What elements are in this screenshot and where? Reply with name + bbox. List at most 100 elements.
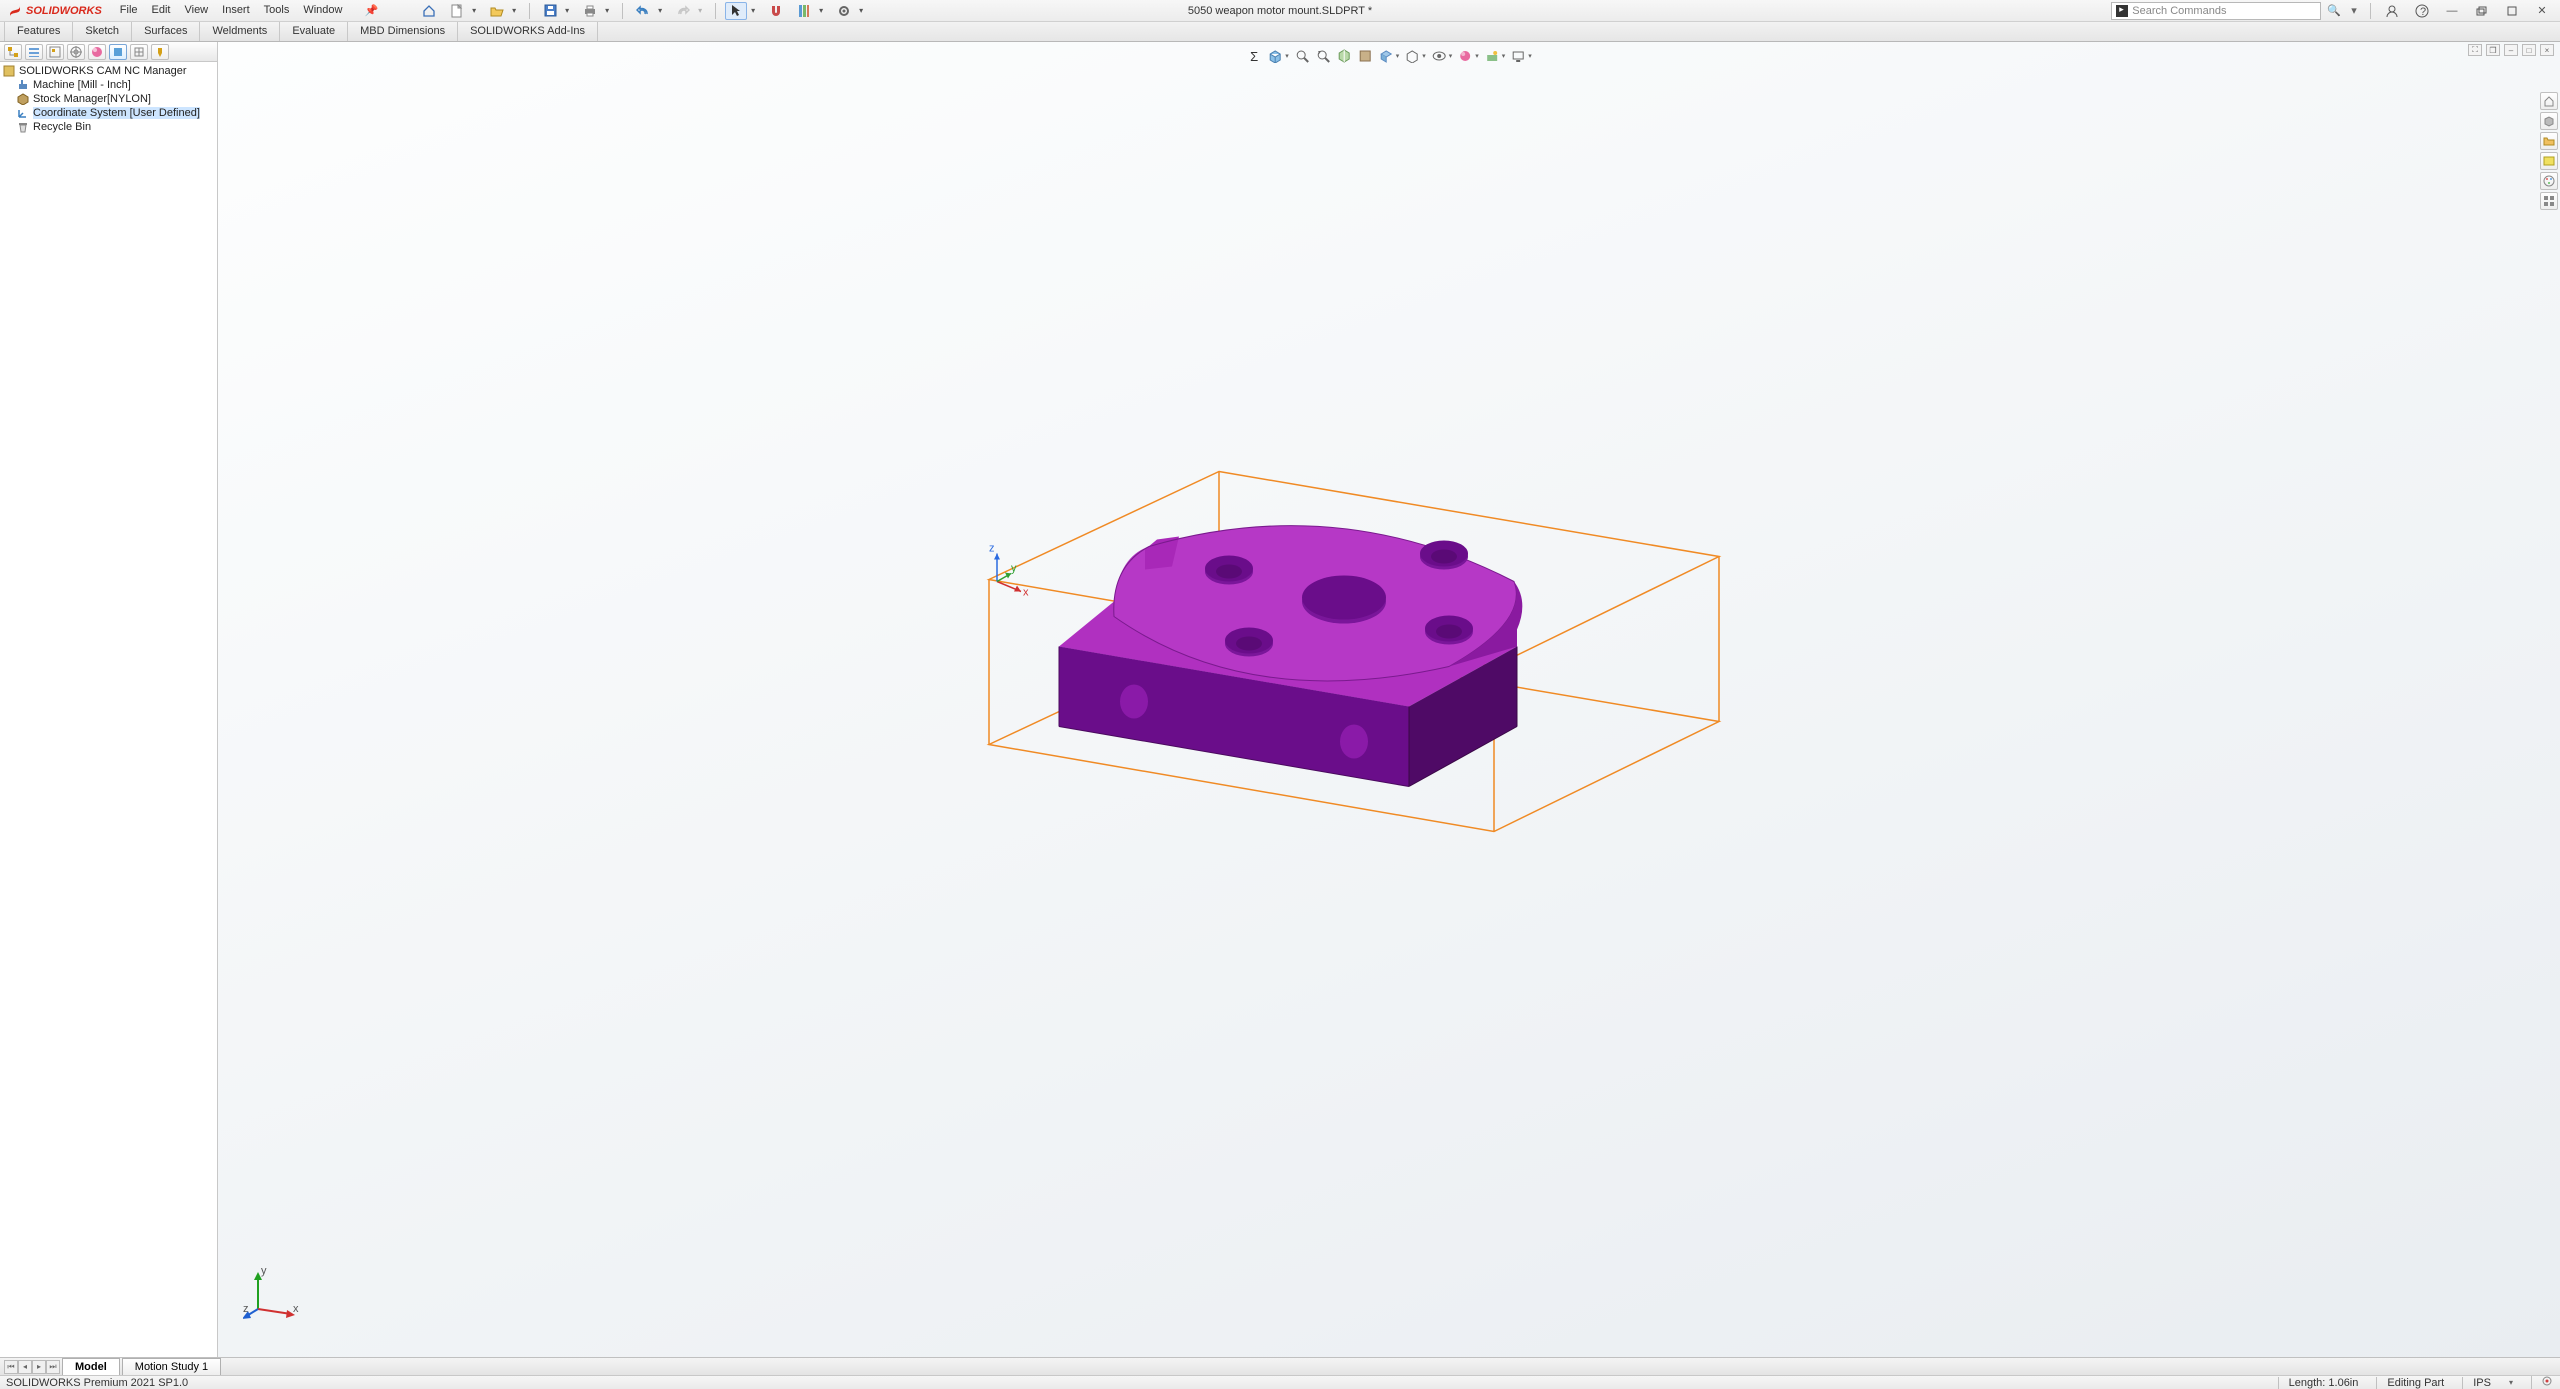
save-button[interactable] xyxy=(539,2,561,20)
svg-text:z: z xyxy=(243,1303,249,1315)
property-manager-tab[interactable] xyxy=(25,44,43,60)
hud-display-dd[interactable]: ▾ xyxy=(1422,52,1426,60)
taskpane-resources[interactable] xyxy=(2540,112,2558,130)
select-button[interactable] xyxy=(725,2,747,20)
select-dropdown[interactable]: ▾ xyxy=(751,6,759,15)
hud-orient-dd[interactable]: ▾ xyxy=(1396,52,1400,60)
tab-features[interactable]: Features xyxy=(4,22,73,41)
status-units-dd[interactable]: ▾ xyxy=(2509,1378,2513,1387)
tab-model[interactable]: Model xyxy=(62,1358,120,1375)
minimize-button[interactable]: — xyxy=(2440,2,2464,20)
hud-dynamic[interactable] xyxy=(1357,48,1373,64)
search-mag-icon[interactable]: 🔍 xyxy=(2327,4,2341,17)
tab-prev[interactable]: ◂ xyxy=(18,1360,32,1374)
feature-manager-tab[interactable] xyxy=(4,44,22,60)
menu-insert[interactable]: Insert xyxy=(222,4,250,17)
hud-view-orient[interactable] xyxy=(1378,48,1394,64)
hud-section[interactable] xyxy=(1336,48,1352,64)
hud-zoom-dd[interactable]: ▾ xyxy=(1285,52,1289,60)
magnet-button[interactable] xyxy=(765,2,787,20)
tab-next[interactable]: ▸ xyxy=(32,1360,46,1374)
tab-surfaces[interactable]: Surfaces xyxy=(132,22,200,41)
menu-tools[interactable]: Tools xyxy=(264,4,290,17)
hud-appear-dd[interactable]: ▾ xyxy=(1475,52,1479,60)
tree-root[interactable]: SOLIDWORKS CAM NC Manager xyxy=(2,64,215,78)
dimxpert-tab[interactable] xyxy=(67,44,85,60)
menu-view[interactable]: View xyxy=(184,4,208,17)
tree-item-recycle[interactable]: Recycle Bin xyxy=(2,120,215,134)
menu-window[interactable]: Window xyxy=(303,4,342,17)
status-macro-icon[interactable] xyxy=(2531,1376,2554,1389)
print-dropdown[interactable]: ▾ xyxy=(605,6,613,15)
task-pane xyxy=(2540,92,2558,210)
undo-dropdown[interactable]: ▾ xyxy=(658,6,666,15)
hud-zoom-area[interactable] xyxy=(1294,48,1310,64)
rebuild-dropdown[interactable]: ▾ xyxy=(819,6,827,15)
redo-dropdown[interactable]: ▾ xyxy=(698,6,706,15)
help-button[interactable]: ? xyxy=(2410,2,2434,20)
options-button[interactable] xyxy=(833,2,855,20)
taskpane-design-lib[interactable] xyxy=(2540,132,2558,150)
tab-last[interactable]: ⏭ xyxy=(46,1360,60,1374)
search-input[interactable]: ▸ Search Commands xyxy=(2111,2,2321,20)
restore-button[interactable] xyxy=(2470,2,2494,20)
display-manager-tab[interactable] xyxy=(88,44,106,60)
close-button[interactable]: ✕ xyxy=(2530,2,2554,20)
taskpane-home[interactable] xyxy=(2540,92,2558,110)
svg-text:x: x xyxy=(293,1303,299,1315)
hud-render-dd[interactable]: ▾ xyxy=(1528,52,1532,60)
pin-icon[interactable]: 📌 xyxy=(364,4,378,17)
tab-first[interactable]: ⏮ xyxy=(4,1360,18,1374)
taskpane-appearances[interactable] xyxy=(2540,192,2558,210)
tree-item-machine[interactable]: Machine [Mill - Inch] xyxy=(2,78,215,92)
status-units[interactable]: IPS xyxy=(2462,1377,2491,1389)
cam-tools-tab[interactable] xyxy=(151,44,169,60)
hud-hide-show[interactable] xyxy=(1431,48,1447,64)
hud-zoom-fit[interactable] xyxy=(1267,48,1283,64)
new-dropdown[interactable]: ▾ xyxy=(472,6,480,15)
tree-item-stock[interactable]: Stock Manager[NYLON] xyxy=(2,92,215,106)
taskpane-view-palette[interactable] xyxy=(2540,172,2558,190)
view-orientation-triad[interactable]: y x z xyxy=(243,1264,303,1327)
tree-item-csys[interactable]: Coordinate System [User Defined] xyxy=(2,106,215,120)
rebuild-button[interactable] xyxy=(793,2,815,20)
hud-render[interactable] xyxy=(1510,48,1526,64)
menu-file[interactable]: File xyxy=(120,4,138,17)
doc-minimize-button[interactable]: – xyxy=(2504,44,2518,56)
config-manager-tab[interactable] xyxy=(46,44,64,60)
hud-scene[interactable] xyxy=(1484,48,1500,64)
cam-ops-tab[interactable] xyxy=(130,44,148,60)
graphics-viewport[interactable]: Σ ▾ ▾ ▾ ▾ ▾ ▾ ▾ ⛶ ❐ – □ × xyxy=(218,42,2560,1357)
hud-display-style[interactable] xyxy=(1404,48,1420,64)
menu-edit[interactable]: Edit xyxy=(152,4,171,17)
doc-maximize-button[interactable]: □ xyxy=(2522,44,2536,56)
hud-hide-dd[interactable]: ▾ xyxy=(1449,52,1453,60)
doc-close-button[interactable]: × xyxy=(2540,44,2554,56)
undo-button[interactable] xyxy=(632,2,654,20)
print-button[interactable] xyxy=(579,2,601,20)
tab-sketch[interactable]: Sketch xyxy=(73,22,132,41)
maximize-button[interactable] xyxy=(2500,2,2524,20)
hud-appearance[interactable] xyxy=(1457,48,1473,64)
taskpane-file-explorer[interactable] xyxy=(2540,152,2558,170)
options-dropdown[interactable]: ▾ xyxy=(859,6,867,15)
new-button[interactable] xyxy=(446,2,468,20)
search-dropdown[interactable]: ▾ xyxy=(2347,4,2361,17)
tab-mbd[interactable]: MBD Dimensions xyxy=(348,22,458,41)
tab-motion-study[interactable]: Motion Study 1 xyxy=(122,1358,221,1375)
hud-scene-dd[interactable]: ▾ xyxy=(1502,52,1506,60)
tab-weldments[interactable]: Weldments xyxy=(200,22,280,41)
doc-expand-button[interactable]: ⛶ xyxy=(2468,44,2482,56)
open-dropdown[interactable]: ▾ xyxy=(512,6,520,15)
redo-button[interactable] xyxy=(672,2,694,20)
user-button[interactable] xyxy=(2380,2,2404,20)
hud-prev-view[interactable] xyxy=(1315,48,1331,64)
doc-new-window-button[interactable]: ❐ xyxy=(2486,44,2500,56)
home-button[interactable] xyxy=(418,2,440,20)
save-dropdown[interactable]: ▾ xyxy=(565,6,573,15)
tab-evaluate[interactable]: Evaluate xyxy=(280,22,348,41)
open-button[interactable] xyxy=(486,2,508,20)
cam-tree-tab[interactable] xyxy=(109,44,127,60)
tab-addins[interactable]: SOLIDWORKS Add-Ins xyxy=(458,22,598,41)
hud-equation[interactable]: Σ xyxy=(1246,48,1262,64)
